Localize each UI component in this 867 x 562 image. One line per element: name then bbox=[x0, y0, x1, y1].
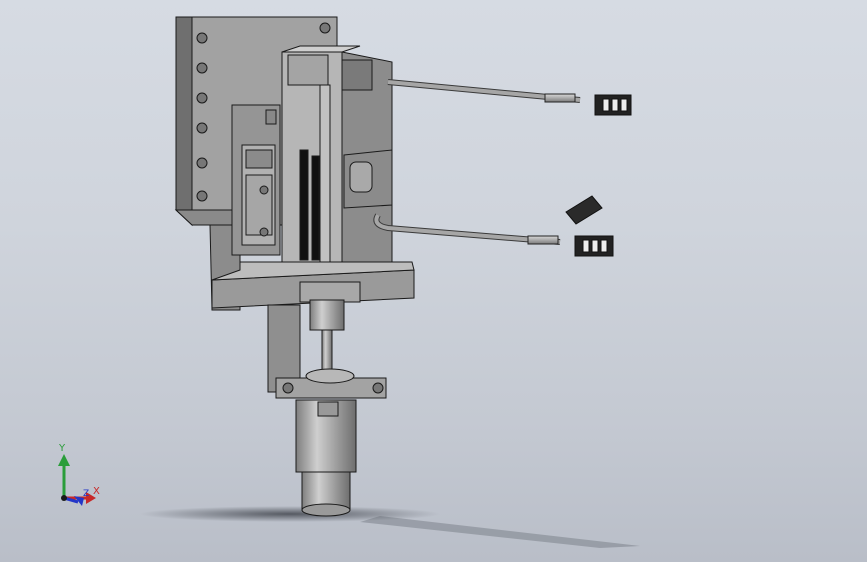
linear-slide bbox=[231, 104, 281, 256]
servo-motor bbox=[281, 45, 393, 271]
graphics-viewport[interactable]: Y Z X bbox=[0, 0, 867, 562]
lower-bracket bbox=[267, 299, 387, 399]
coordinate-triad[interactable]: Y Z X bbox=[48, 440, 108, 510]
encoder-cable bbox=[387, 79, 581, 103]
triad-axes-icon bbox=[58, 454, 96, 506]
power-cable bbox=[373, 213, 561, 245]
z-axis-label: Z bbox=[83, 489, 90, 499]
y-axis-label: Y bbox=[59, 443, 66, 454]
assembly-model[interactable] bbox=[0, 0, 867, 562]
encoder-connector bbox=[594, 94, 632, 116]
floor-shadow bbox=[140, 506, 640, 548]
x-axis-label: X bbox=[93, 486, 100, 497]
power-connector bbox=[565, 195, 614, 257]
actuator-cylinder bbox=[295, 399, 357, 517]
